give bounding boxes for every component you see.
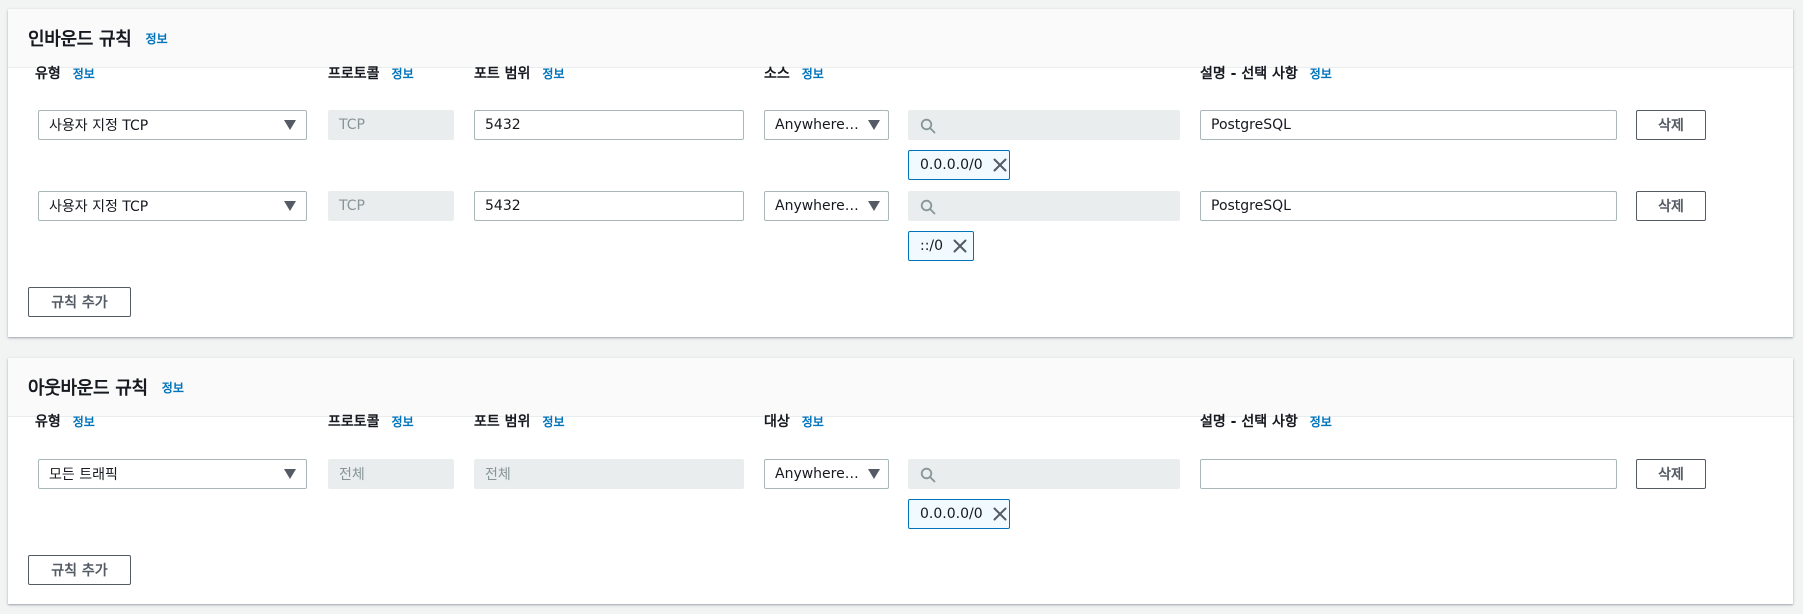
inbound-row-type-value: 사용자 지정 TCP [49, 199, 149, 215]
inbound-row-source-select[interactable]: Anywhere-I... [764, 110, 889, 140]
close-icon[interactable] [993, 507, 1007, 521]
inbound-row-port-range-input[interactable]: 5432 [474, 191, 744, 221]
caret-down-icon [284, 469, 296, 479]
outbound-row-destination-value: Anywhere-I... [775, 466, 862, 482]
inbound-row-type-value: 사용자 지정 TCP [49, 118, 149, 134]
outbound-rules-header: 아웃바운드 규칙 정보 [8, 358, 1793, 417]
inbound-row-delete-button[interactable]: 삭제 [1636, 191, 1706, 221]
inbound-rules-title: 인바운드 규칙 [28, 29, 132, 50]
inbound-col-source-info-link[interactable]: 정보 [802, 65, 824, 82]
inbound-col-source: 소스 정보 [764, 63, 824, 83]
inbound-col-port-range-label: 포트 범위 [474, 66, 531, 82]
outbound-col-port-range-label: 포트 범위 [474, 414, 531, 430]
outbound-row-port-range-field: 전체 [474, 459, 744, 489]
outbound-col-destination: 대상 정보 [764, 411, 824, 431]
caret-down-icon [284, 201, 296, 211]
outbound-col-description-label: 설명 - 선택 사항 [1200, 414, 1298, 430]
inbound-row-delete-button[interactable]: 삭제 [1636, 110, 1706, 140]
search-icon [920, 467, 936, 483]
inbound-col-protocol-label: 프로토콜 [328, 66, 380, 82]
inbound-row-source-value: Anywhere-I... [775, 198, 862, 214]
outbound-row-type-value: 모든 트래픽 [49, 467, 118, 483]
inbound-row-cidr-token: 0.0.0.0/0 [908, 150, 1010, 180]
outbound-rules-title: 아웃바운드 규칙 [28, 378, 148, 399]
inbound-row-cidr-token-label: ::/0 [920, 238, 944, 254]
caret-down-icon [868, 469, 880, 479]
inbound-col-type: 유형 정보 [35, 63, 95, 83]
inbound-row-type-select[interactable]: 사용자 지정 TCP [38, 191, 307, 221]
outbound-col-description: 설명 - 선택 사항 정보 [1200, 411, 1332, 431]
inbound-col-type-info-link[interactable]: 정보 [73, 65, 95, 82]
outbound-col-type-label: 유형 [35, 414, 61, 430]
caret-down-icon [868, 120, 880, 130]
inbound-rules-panel: 인바운드 규칙 정보 유형 정보 프로토콜 정보 포트 범위 정보 소스 정보 … [8, 9, 1793, 337]
outbound-add-rule-button[interactable]: 규칙 추가 [28, 555, 131, 585]
outbound-col-destination-info-link[interactable]: 정보 [802, 413, 824, 430]
inbound-col-description-label: 설명 - 선택 사항 [1200, 66, 1298, 82]
close-icon[interactable] [993, 158, 1007, 172]
inbound-rules-header: 인바운드 규칙 정보 [8, 9, 1793, 68]
inbound-row-cidr-token-label: 0.0.0.0/0 [920, 157, 983, 173]
outbound-row-cidr-token: 0.0.0.0/0 [908, 499, 1010, 529]
inbound-col-description-info-link[interactable]: 정보 [1310, 65, 1332, 82]
inbound-col-port-range-info-link[interactable]: 정보 [542, 65, 564, 82]
outbound-row-destination-select[interactable]: Anywhere-I... [764, 459, 889, 489]
inbound-row-source-value: Anywhere-I... [775, 117, 862, 133]
inbound-col-port-range: 포트 범위 정보 [474, 63, 565, 83]
outbound-rules-info-link[interactable]: 정보 [162, 379, 184, 396]
outbound-col-description-info-link[interactable]: 정보 [1310, 413, 1332, 430]
outbound-col-protocol: 프로토콜 정보 [328, 411, 414, 431]
outbound-row-cidr-search-input[interactable] [908, 459, 1180, 489]
search-icon [920, 199, 936, 215]
outbound-row-type-select[interactable]: 모든 트래픽 [38, 459, 307, 489]
inbound-add-rule-button[interactable]: 규칙 추가 [28, 287, 131, 317]
outbound-rules-panel: 아웃바운드 규칙 정보 유형 정보 프로토콜 정보 포트 범위 정보 대상 정보… [8, 358, 1793, 604]
inbound-rules-info-link[interactable]: 정보 [146, 30, 168, 47]
outbound-col-protocol-label: 프로토콜 [328, 414, 380, 430]
inbound-col-type-label: 유형 [35, 66, 61, 82]
inbound-col-source-label: 소스 [764, 66, 790, 82]
inbound-row-cidr-search-input[interactable] [908, 110, 1180, 140]
outbound-col-type-info-link[interactable]: 정보 [73, 413, 95, 430]
outbound-col-type: 유형 정보 [35, 411, 95, 431]
outbound-col-port-range: 포트 범위 정보 [474, 411, 565, 431]
outbound-row-description-input[interactable] [1200, 459, 1617, 489]
caret-down-icon [868, 201, 880, 211]
inbound-row-port-range-input[interactable]: 5432 [474, 110, 744, 140]
outbound-row-cidr-token-label: 0.0.0.0/0 [920, 506, 983, 522]
inbound-row-description-input[interactable]: PostgreSQL [1200, 191, 1617, 221]
inbound-row-cidr-search-input[interactable] [908, 191, 1180, 221]
inbound-row-cidr-token: ::/0 [908, 231, 974, 261]
inbound-col-protocol-info-link[interactable]: 정보 [392, 65, 414, 82]
caret-down-icon [284, 120, 296, 130]
outbound-row-delete-button[interactable]: 삭제 [1636, 459, 1706, 489]
search-icon [920, 118, 936, 134]
outbound-col-port-range-info-link[interactable]: 정보 [542, 413, 564, 430]
outbound-col-destination-label: 대상 [764, 414, 790, 430]
inbound-col-protocol: 프로토콜 정보 [328, 63, 414, 83]
outbound-row-protocol-field: 전체 [328, 459, 454, 489]
inbound-row-protocol-field: TCP [328, 191, 454, 221]
inbound-row-description-input[interactable]: PostgreSQL [1200, 110, 1617, 140]
close-icon[interactable] [953, 239, 967, 253]
inbound-row-type-select[interactable]: 사용자 지정 TCP [38, 110, 307, 140]
inbound-col-description: 설명 - 선택 사항 정보 [1200, 63, 1332, 83]
inbound-row-protocol-field: TCP [328, 110, 454, 140]
inbound-row-source-select[interactable]: Anywhere-I... [764, 191, 889, 221]
outbound-col-protocol-info-link[interactable]: 정보 [392, 413, 414, 430]
